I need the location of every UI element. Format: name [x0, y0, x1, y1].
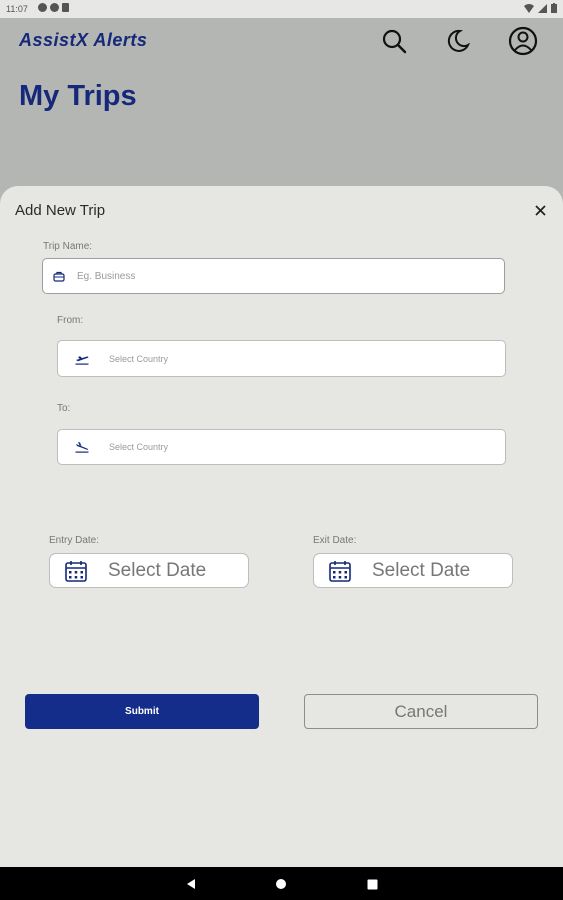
back-button[interactable] — [183, 876, 199, 892]
entry-date-label: Entry Date: — [49, 535, 100, 546]
home-button[interactable] — [273, 876, 289, 892]
to-country-placeholder: Select Country — [109, 442, 169, 452]
sheet-title: Add New Trip — [15, 202, 106, 219]
notification-icon — [50, 3, 59, 12]
status-time: 11:07 — [6, 4, 28, 14]
system-nav-bar — [0, 867, 563, 900]
from-country-select[interactable]: Select Country — [57, 340, 506, 377]
flight-takeoff-icon — [75, 355, 89, 365]
theme-toggle-button[interactable] — [443, 26, 473, 56]
recents-icon — [367, 879, 377, 889]
to-country-select[interactable]: Select Country — [57, 429, 506, 465]
wifi-icon — [524, 3, 534, 13]
close-button[interactable] — [532, 202, 548, 218]
account-button[interactable] — [508, 26, 538, 56]
status-bar: 11:07 — [0, 0, 563, 18]
calendar-icon — [329, 560, 351, 582]
entry-date-picker[interactable]: Select Date — [49, 553, 249, 588]
home-icon — [276, 879, 286, 889]
briefcase-icon — [53, 271, 65, 282]
signal-icon — [538, 3, 547, 13]
trip-name-input[interactable]: Eg. Business — [42, 258, 505, 294]
entry-date-value: Select Date — [108, 559, 207, 581]
from-country-placeholder: Select Country — [109, 353, 169, 364]
trip-name-label: Trip Name: — [43, 241, 93, 252]
close-icon — [534, 204, 546, 216]
exit-date-label: Exit Date: — [313, 535, 357, 546]
recents-button[interactable] — [364, 876, 380, 892]
notification-icon — [38, 3, 47, 12]
flight-land-icon — [75, 442, 89, 453]
app-header: AssistX Alerts My Trips — [0, 18, 563, 188]
battery-icon — [551, 3, 557, 13]
to-label: To: — [57, 403, 71, 414]
from-label: From: — [57, 315, 84, 326]
exit-date-picker[interactable]: Select Date — [313, 553, 513, 588]
search-icon — [382, 29, 407, 54]
search-button[interactable] — [379, 26, 409, 56]
status-notification-icons — [38, 3, 69, 12]
submit-button[interactable]: Submit — [25, 694, 259, 729]
back-icon — [187, 879, 195, 889]
page-title: My Trips — [19, 80, 137, 112]
trip-name-placeholder: Eg. Business — [77, 270, 136, 282]
calendar-icon — [65, 560, 87, 582]
moon-icon — [447, 29, 471, 52]
brand-logo-text: AssistX Alerts — [19, 30, 148, 50]
account-icon — [508, 26, 538, 56]
notification-icon — [62, 3, 69, 12]
add-trip-sheet: Add New Trip Trip Name: Eg. Business Fro… — [0, 186, 563, 867]
cancel-button[interactable]: Cancel — [304, 694, 538, 729]
exit-date-value: Select Date — [372, 559, 471, 581]
status-system-icons — [524, 3, 557, 13]
